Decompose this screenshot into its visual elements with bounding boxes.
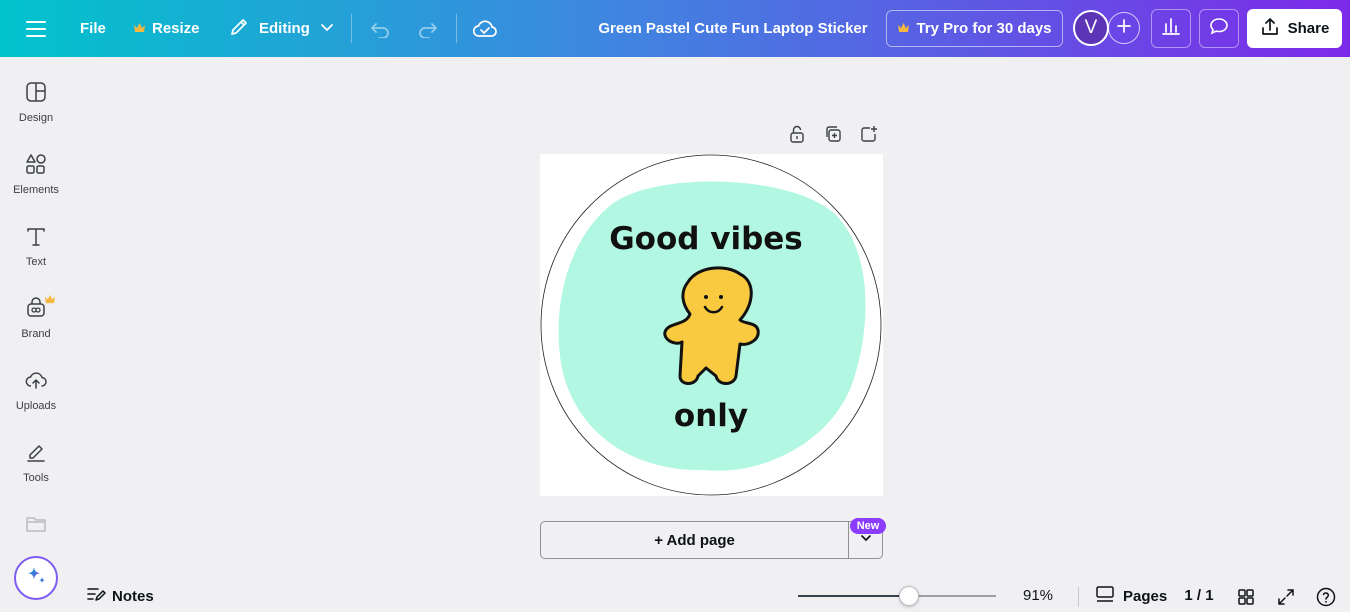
zoom-slider[interactable] [798, 595, 996, 597]
toolbar-divider [456, 14, 457, 43]
toolbar-divider [351, 14, 352, 43]
bar-chart-icon [1161, 17, 1181, 40]
sidebar-item-label: Elements [13, 184, 59, 196]
elements-icon [25, 151, 47, 177]
sidebar-item-label: Tools [23, 472, 49, 484]
crown-icon [133, 20, 146, 37]
chevron-down-icon [320, 20, 334, 38]
crown-icon [44, 291, 56, 309]
menu-icon[interactable] [25, 0, 47, 57]
crown-icon [897, 20, 910, 37]
insights-button[interactable] [1151, 9, 1191, 48]
page-count: 1 / 1 [1184, 587, 1214, 604]
zoom-slider-thumb[interactable] [898, 586, 919, 606]
try-pro-button[interactable]: Try Pro for 30 days [886, 10, 1063, 47]
sidebar-item-label: Uploads [15, 400, 57, 412]
sidebar-item-label: Brand [21, 328, 51, 340]
folder-icon [25, 511, 47, 537]
sidebar-item-design[interactable]: Design [0, 79, 72, 143]
redo-icon[interactable] [416, 0, 438, 57]
pages-button[interactable]: Pages [1095, 585, 1167, 607]
notes-icon [86, 585, 106, 607]
sidebar-item-uploads[interactable]: Uploads [0, 367, 72, 431]
top-toolbar: File Resize Editing Green Pastel Cute Fu… [0, 0, 1350, 57]
sidebar-item-elements[interactable]: Elements [0, 151, 72, 215]
avatar[interactable]: V [1073, 10, 1109, 46]
upload-share-icon [1260, 17, 1280, 41]
sidebar-item-label: Text [25, 256, 47, 268]
help-icon[interactable] [1315, 586, 1337, 608]
fullscreen-icon[interactable] [1275, 586, 1297, 608]
design-page[interactable]: Good vibes only [540, 154, 883, 496]
grid-view-icon[interactable] [1235, 586, 1257, 608]
file-menu[interactable]: File [80, 0, 106, 57]
pencil-icon [229, 17, 249, 41]
pages-label: Pages [1123, 587, 1168, 605]
pages-icon [1095, 585, 1115, 607]
sidebar-item-label: Design [18, 112, 54, 124]
plus-icon [1117, 18, 1131, 38]
sticker-subline[interactable]: only [674, 398, 748, 434]
editing-mode-dropdown[interactable]: Editing [229, 0, 334, 57]
comments-button[interactable] [1199, 9, 1239, 48]
text-icon [25, 223, 47, 249]
sidebar-item-brand[interactable]: Brand [0, 294, 72, 359]
uploads-icon [25, 367, 47, 393]
add-page-icon[interactable] [859, 124, 879, 144]
resize-label: Resize [152, 20, 200, 37]
editing-label: Editing [259, 20, 310, 37]
add-collaborator-button[interactable] [1108, 12, 1140, 44]
bottom-bar: Notes 91% Pages 1 / 1 [0, 580, 1350, 612]
duplicate-page-icon[interactable] [823, 124, 843, 144]
sticker-headline[interactable]: Good vibes [609, 221, 803, 257]
notes-button[interactable]: Notes [86, 585, 154, 607]
lock-icon[interactable] [787, 124, 807, 144]
resize-button[interactable]: Resize [133, 0, 200, 57]
new-badge: New [850, 518, 886, 534]
comment-icon [1209, 17, 1229, 40]
design-icon [25, 79, 47, 105]
try-pro-label: Try Pro for 30 days [916, 20, 1052, 37]
left-sidebar: Design Elements Text Brand Uploads Tools [0, 57, 72, 612]
undo-icon[interactable] [370, 0, 392, 57]
cloud-saved-icon[interactable] [473, 0, 497, 57]
notes-label: Notes [112, 587, 154, 605]
add-page-bar: + Add page [540, 521, 883, 559]
bottom-divider [1078, 587, 1079, 607]
document-title[interactable]: Green Pastel Cute Fun Laptop Sticker [560, 0, 906, 57]
share-button[interactable]: Share [1247, 9, 1342, 48]
share-label: Share [1287, 20, 1330, 37]
tools-icon [25, 439, 47, 465]
zoom-value[interactable]: 91% [1016, 587, 1060, 604]
zoom-slider-fill [798, 595, 909, 597]
add-page-button[interactable]: + Add page [541, 522, 850, 558]
sidebar-item-tools[interactable]: Tools [0, 439, 72, 503]
sidebar-item-text[interactable]: Text [0, 223, 72, 287]
